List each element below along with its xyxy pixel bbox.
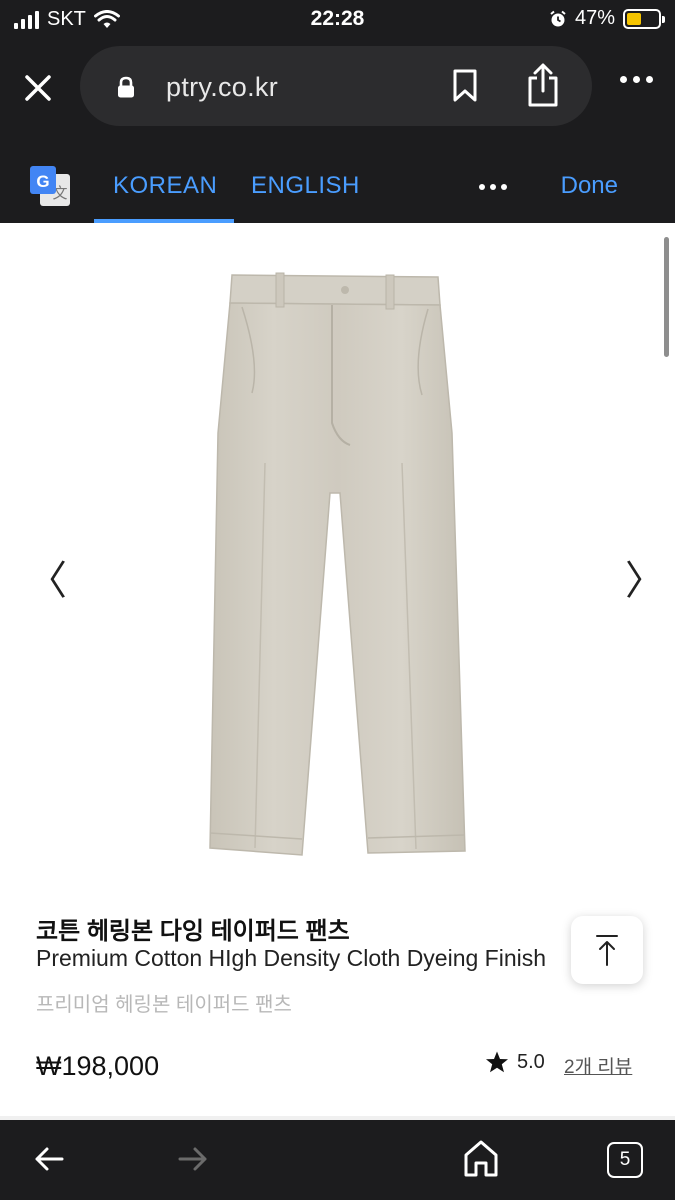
star-icon (486, 1051, 508, 1073)
translate-more-icon[interactable] (479, 184, 507, 190)
share-icon[interactable] (524, 62, 562, 108)
rating: 5.0 (485, 1050, 545, 1074)
reviews-link[interactable]: 2개 리뷰 (564, 1052, 632, 1079)
translate-bar: 文 G KOREAN ENGLISH Done (0, 140, 675, 223)
done-button[interactable]: Done (561, 172, 618, 200)
tab-korean[interactable]: KOREAN (113, 172, 217, 200)
home-icon[interactable] (462, 1138, 500, 1178)
forward-arrow-icon[interactable] (176, 1142, 210, 1176)
bottom-toolbar: 5 (0, 1120, 675, 1200)
close-icon[interactable] (18, 68, 58, 108)
lock-icon (118, 76, 134, 98)
battery-icon (623, 8, 665, 29)
gallery-prev-icon[interactable]: 〈 (27, 548, 67, 606)
address-field[interactable]: ptry.co.kr (80, 46, 592, 126)
product-price: ₩198,000 (36, 1051, 160, 1081)
product-subtitle: 프리미엄 헤링본 테이퍼드 팬츠 (36, 994, 292, 1016)
battery-level (627, 12, 642, 25)
battery-tip (662, 15, 665, 23)
bookmark-icon[interactable] (450, 68, 480, 104)
browser-screen: SKT 22:28 47% ptry.co.kr 文 G KOREAN ENGL… (0, 0, 675, 1200)
product-image (209, 272, 466, 856)
url-text: ptry.co.kr (166, 72, 279, 102)
google-translate-icon[interactable]: 文 G (30, 166, 72, 208)
tabs-icon[interactable]: 5 (607, 1142, 643, 1178)
status-bar: SKT 22:28 47% (0, 0, 675, 40)
gallery-next-icon[interactable]: 〉 (625, 548, 665, 606)
status-right: 47% (549, 7, 665, 30)
product-title: 코튼 헤링본 다잉 테이퍼드 팬츠 (36, 918, 350, 945)
back-arrow-icon[interactable] (32, 1142, 66, 1176)
tab-english[interactable]: ENGLISH (251, 172, 360, 200)
svg-text:G: G (36, 172, 49, 191)
url-bar: ptry.co.kr (0, 40, 675, 140)
arrow-up-icon (596, 935, 618, 966)
more-icon[interactable] (620, 76, 653, 83)
product-title-en: Premium Cotton HIgh Density Cloth Dyeing… (36, 945, 547, 971)
scrollbar[interactable] (664, 237, 669, 357)
scroll-to-top-button[interactable] (571, 916, 643, 984)
rating-value: 5.0 (517, 1050, 545, 1073)
alarm-icon (550, 10, 566, 26)
battery-percent: 47% (574, 7, 615, 29)
page-content: 〈 〉 코튼 헤링본 다잉 테이퍼드 팬츠 Premium Cotton HIg… (0, 223, 675, 1120)
